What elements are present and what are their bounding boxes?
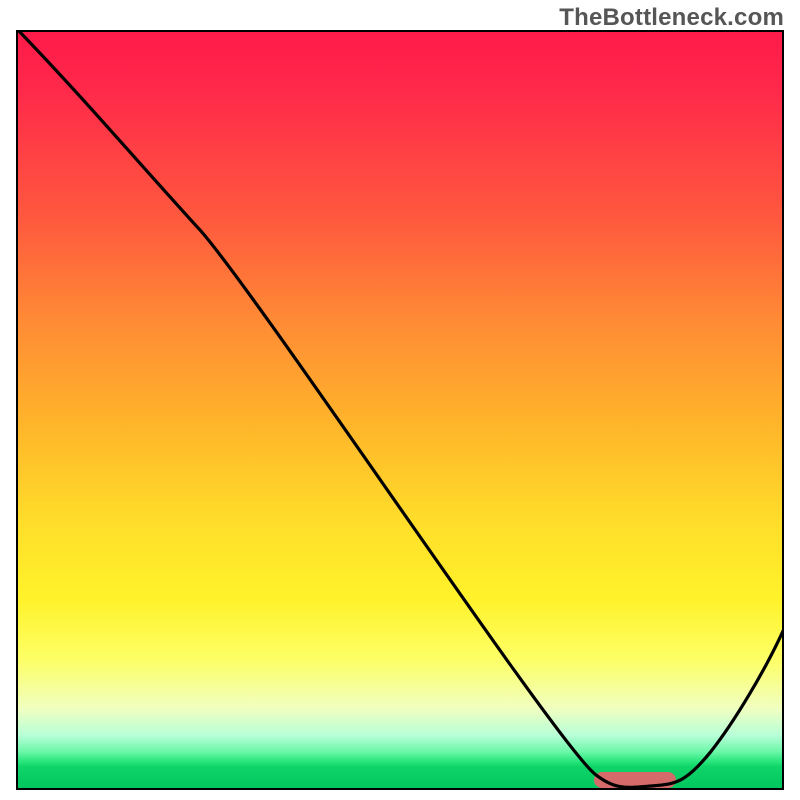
curve-path <box>18 32 782 787</box>
chart-frame <box>16 30 784 790</box>
attribution-text: TheBottleneck.com <box>559 4 784 32</box>
bottleneck-curve <box>18 32 782 788</box>
